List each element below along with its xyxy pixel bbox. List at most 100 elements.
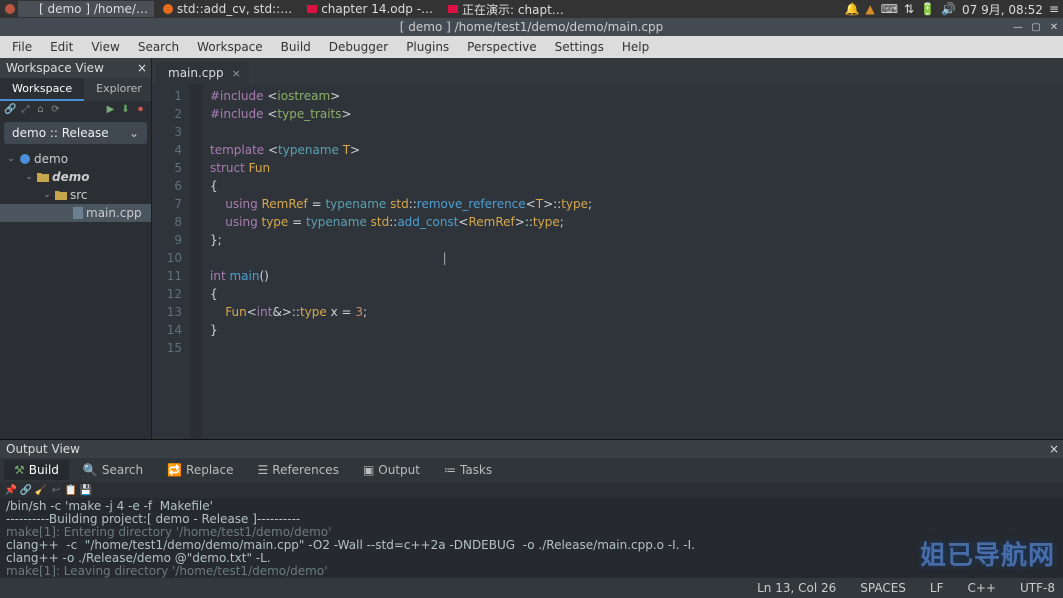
twisty-icon[interactable]: ⌄ — [24, 172, 34, 182]
impress-icon — [306, 3, 318, 15]
editor-tab-label: main.cpp — [168, 66, 224, 80]
tree-label: demo — [34, 152, 68, 166]
workspace-pane-title: Workspace View × — [0, 58, 151, 78]
output-pane: Output View × ⚒Build 🔍Search 🔁Replace ☰R… — [0, 439, 1063, 578]
warning-icon[interactable]: ▲ — [865, 2, 874, 16]
clock[interactable]: 07 9月, 08:52 — [962, 1, 1043, 18]
firefox-icon — [162, 3, 174, 15]
output-pane-title: Output View × — [0, 440, 1063, 458]
menu-view[interactable]: View — [83, 38, 127, 56]
menu-plugins[interactable]: Plugins — [398, 38, 457, 56]
window-title: [ demo ] /home/test1/demo/demo/main.cpp — [400, 20, 663, 34]
twisty-icon[interactable]: ⌄ — [42, 190, 52, 200]
window-titlebar[interactable]: [ demo ] /home/test1/demo/demo/main.cpp … — [0, 18, 1063, 36]
output-tab-replace[interactable]: 🔁Replace — [157, 460, 243, 480]
replace-icon: 🔁 — [167, 463, 182, 477]
indent-mode[interactable]: SPACES — [860, 581, 906, 595]
tasks-icon: ≔ — [444, 463, 456, 477]
folder-icon — [55, 190, 67, 200]
menu-perspective[interactable]: Perspective — [459, 38, 545, 56]
app-menu-icon[interactable] — [4, 3, 16, 15]
tree-folder[interactable]: ⌄ demo — [0, 168, 151, 186]
user-menu-icon[interactable]: ≡ — [1049, 2, 1059, 16]
output-tab-tasks[interactable]: ≔Tasks — [434, 460, 502, 480]
maximize-button[interactable]: ▢ — [1029, 20, 1043, 34]
encoding[interactable]: UTF-8 — [1020, 581, 1055, 595]
save-icon[interactable]: 💾 — [79, 483, 93, 497]
copy-icon[interactable]: 📋 — [64, 483, 78, 497]
language-mode[interactable]: C++ — [968, 581, 997, 595]
tree-file[interactable]: main.cpp — [0, 204, 151, 222]
battery-icon[interactable]: 🔋 — [920, 2, 935, 16]
tree-folder[interactable]: ⌄ demo — [0, 150, 151, 168]
menu-help[interactable]: Help — [614, 38, 657, 56]
tree-label: demo — [52, 170, 89, 184]
pane-close-button[interactable]: × — [137, 61, 147, 75]
workspace-tab[interactable]: Workspace — [0, 78, 84, 101]
close-button[interactable]: ✕ — [1047, 20, 1061, 34]
sync-icon[interactable]: ⟳ — [49, 103, 62, 116]
menu-edit[interactable]: Edit — [42, 38, 81, 56]
editor-tab[interactable]: main.cpp × — [156, 62, 249, 84]
minimize-button[interactable]: — — [1011, 20, 1025, 34]
fold-gutter[interactable] — [190, 84, 202, 439]
menu-workspace[interactable]: Workspace — [189, 38, 271, 56]
keyboard-icon[interactable]: ⌨ — [881, 2, 898, 16]
menu-settings[interactable]: Settings — [547, 38, 612, 56]
search-icon: 🔍 — [83, 463, 98, 477]
code-editor[interactable]: 123456789101112131415 #include <iostream… — [152, 84, 1063, 439]
output-console[interactable]: /bin/sh -c 'make -j 4 -e -f Makefile'---… — [0, 498, 1063, 578]
terminal-icon: ▣ — [363, 463, 374, 477]
network-icon[interactable]: ⇅ — [904, 2, 914, 16]
link-icon[interactable]: 🔗 — [19, 483, 33, 497]
folder-icon — [37, 172, 49, 182]
link-icon[interactable]: 🔗 — [4, 103, 17, 116]
system-taskbar: [ demo ] /home/… std::add_cv, std::… cha… — [0, 0, 1063, 18]
line-ending[interactable]: LF — [930, 581, 944, 595]
menu-search[interactable]: Search — [130, 38, 187, 56]
editor-pane: main.cpp × 123456789101112131415 #includ… — [152, 58, 1063, 439]
code-area[interactable]: #include <iostream>#include <type_traits… — [202, 84, 1063, 439]
explorer-tab[interactable]: Explorer — [84, 78, 154, 101]
pane-close-button[interactable]: × — [1049, 442, 1059, 456]
volume-icon[interactable]: 🔊 — [941, 2, 956, 16]
notification-icon[interactable]: 🔔 — [845, 2, 860, 16]
twisty-icon[interactable]: ⌄ — [6, 154, 16, 164]
stop-icon[interactable]: ⏺ — [134, 103, 147, 116]
workspace-pane: Workspace View × Workspace Explorer 🔗 ⤢ … — [0, 58, 152, 439]
home-icon[interactable]: ⌂ — [34, 103, 47, 116]
build-icon[interactable]: ▶ — [104, 103, 117, 116]
pin-icon[interactable]: 📌 — [4, 483, 18, 497]
line-number-gutter: 123456789101112131415 — [152, 84, 190, 439]
task-item[interactable]: std::add_cv, std::… — [156, 1, 298, 17]
output-tab-build[interactable]: ⚒Build — [4, 460, 69, 480]
clear-icon[interactable]: 🧹 — [34, 483, 48, 497]
task-item[interactable]: [ demo ] /home/… — [18, 1, 154, 17]
hammer-icon: ⚒ — [14, 463, 25, 477]
impress-icon — [447, 3, 459, 15]
build-config-selector[interactable]: demo :: Release ⌄ — [4, 122, 147, 144]
output-tab-search[interactable]: 🔍Search — [73, 460, 153, 480]
tree-folder[interactable]: ⌄ src — [0, 186, 151, 204]
editor-tabs: main.cpp × — [152, 58, 1063, 84]
cursor-position[interactable]: Ln 13, Col 26 — [757, 581, 836, 595]
tab-close-icon[interactable]: × — [232, 67, 241, 80]
task-item[interactable]: 正在演示: chapt… — [441, 0, 570, 19]
menu-build[interactable]: Build — [273, 38, 319, 56]
tree-label: src — [70, 188, 88, 202]
wrap-icon[interactable]: ↩ — [49, 483, 63, 497]
task-item[interactable]: chapter 14.odp -… — [300, 1, 439, 17]
workspace-toolbar: 🔗 ⤢ ⌂ ⟳ ▶ ⬇ ⏺ — [0, 101, 151, 118]
menu-bar: File Edit View Search Workspace Build De… — [0, 36, 1063, 58]
output-tab-references[interactable]: ☰References — [248, 460, 349, 480]
tree-label: main.cpp — [86, 206, 142, 220]
chevron-down-icon: ⌄ — [129, 126, 139, 140]
run-icon[interactable]: ⬇ — [119, 103, 132, 116]
menu-file[interactable]: File — [4, 38, 40, 56]
references-icon: ☰ — [258, 463, 269, 477]
output-tab-output[interactable]: ▣Output — [353, 460, 430, 480]
menu-debugger[interactable]: Debugger — [321, 38, 396, 56]
project-icon — [19, 153, 31, 165]
cpp-file-icon — [73, 207, 83, 219]
collapse-icon[interactable]: ⤢ — [19, 103, 32, 116]
